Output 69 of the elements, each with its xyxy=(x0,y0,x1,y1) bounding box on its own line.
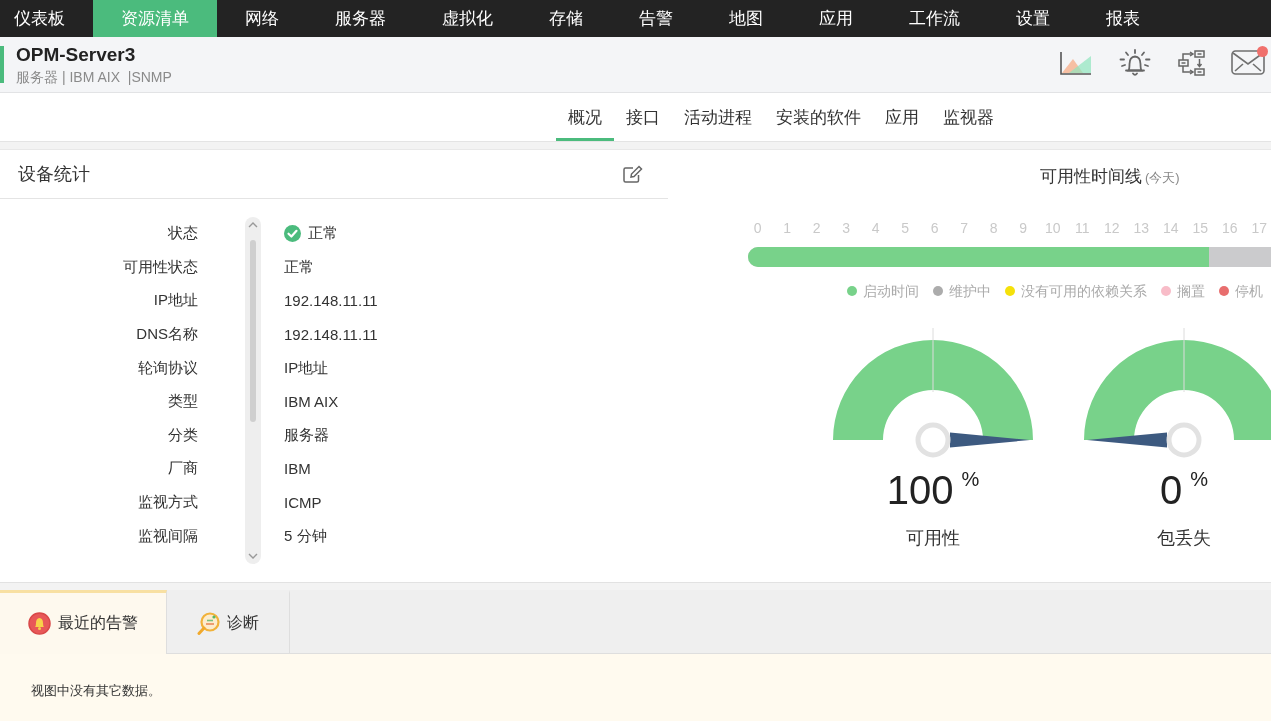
scrollbar-track[interactable] xyxy=(245,217,261,564)
field-value: ICMP xyxy=(284,494,322,512)
gauge-label: 包丢失 xyxy=(1157,527,1211,550)
magnifier-icon xyxy=(197,611,220,635)
field-label: 厂商 xyxy=(168,459,198,479)
tab[interactable]: 安装的软件 xyxy=(764,93,874,141)
field-label: 可用性状态 xyxy=(123,257,198,277)
nav-item[interactable]: 地图 xyxy=(701,0,791,37)
mail-icon[interactable] xyxy=(1231,50,1265,75)
bell-icon xyxy=(28,612,51,635)
empty-message: 视图中没有其它数据。 xyxy=(31,682,162,700)
field-label: 类型 xyxy=(168,392,198,412)
field-value: IBM AIX xyxy=(284,393,339,411)
field-label: 状态 xyxy=(168,224,198,244)
period-label: (今天) xyxy=(1145,169,1180,187)
alarm-bell-icon[interactable] xyxy=(1117,48,1153,77)
edit-icon[interactable] xyxy=(623,165,643,183)
nav-item[interactable]: 设置 xyxy=(988,0,1078,37)
field-label: 轮询协议 xyxy=(138,358,198,378)
field-value: 5 分钟 xyxy=(284,526,327,546)
nav-item[interactable]: 仪表板 xyxy=(0,0,93,37)
legend-label: 没有可用的依赖关系 xyxy=(1021,283,1147,299)
gauge-hub xyxy=(1166,422,1202,458)
timeline-title: 可用性时间线 xyxy=(1040,167,1142,187)
tab[interactable]: 活动进程 xyxy=(672,93,765,141)
gauge-value: 0 xyxy=(1159,468,1183,512)
tab[interactable]: 最近的告警 xyxy=(0,590,167,654)
area-chart-icon[interactable] xyxy=(1060,50,1092,75)
check-circle-icon xyxy=(284,225,301,243)
gauge-unit: % xyxy=(961,468,980,490)
gauge-unit: % xyxy=(1190,468,1208,490)
gauge-hub xyxy=(915,422,951,458)
legend-label: 搁置 xyxy=(1177,283,1205,299)
scrollbar-thumb[interactable] xyxy=(250,240,256,422)
nav-item[interactable]: 工作流 xyxy=(881,0,988,37)
chevron-down-icon[interactable] xyxy=(248,553,258,559)
legend-label: 维护中 xyxy=(949,283,991,299)
tab[interactable]: 应用 xyxy=(873,93,932,141)
field-label: 监视间隔 xyxy=(138,526,198,546)
field-value: 服务器 xyxy=(284,425,329,445)
status-value: 正常 xyxy=(308,224,338,244)
tab[interactable]: 接口 xyxy=(614,93,673,141)
field-label: IP地址 xyxy=(153,291,198,311)
device-subtitle: 服务器 | IBM AIX |SNMP xyxy=(16,67,172,86)
nav-item[interactable]: 存储 xyxy=(521,0,611,37)
field-label: 监视方式 xyxy=(138,493,198,513)
field-value: IBM xyxy=(284,460,311,478)
gauge-label: 可用性 xyxy=(906,527,960,550)
field-label: DNS名称 xyxy=(136,325,198,345)
panel-title: 设备统计 xyxy=(18,163,90,186)
field-value: IP地址 xyxy=(284,358,329,378)
chevron-up-icon[interactable] xyxy=(248,222,258,228)
nav-item[interactable]: 服务器 xyxy=(307,0,414,37)
nav-item[interactable]: 告警 xyxy=(611,0,701,37)
gauge-value: 100 xyxy=(886,468,954,512)
field-label: 分类 xyxy=(168,425,198,445)
field-value: 192.148.11.11 xyxy=(284,326,378,344)
field-value: 192.148.11.11 xyxy=(284,292,378,310)
accent-bar xyxy=(0,46,4,83)
tab[interactable]: 监视器 xyxy=(931,93,1007,141)
nav-item[interactable]: 虚拟化 xyxy=(414,0,521,37)
nav-item[interactable]: 应用 xyxy=(791,0,881,37)
workflow-icon[interactable] xyxy=(1178,49,1206,76)
legend-label: 停机 xyxy=(1235,283,1263,299)
field-value: 正常 xyxy=(284,257,314,277)
nav-item[interactable]: 网络 xyxy=(217,0,307,37)
legend-label: 启动时间 xyxy=(863,283,919,299)
device-title: OPM-Server3 xyxy=(16,43,136,66)
nav-item[interactable]: 报表 xyxy=(1078,0,1168,37)
